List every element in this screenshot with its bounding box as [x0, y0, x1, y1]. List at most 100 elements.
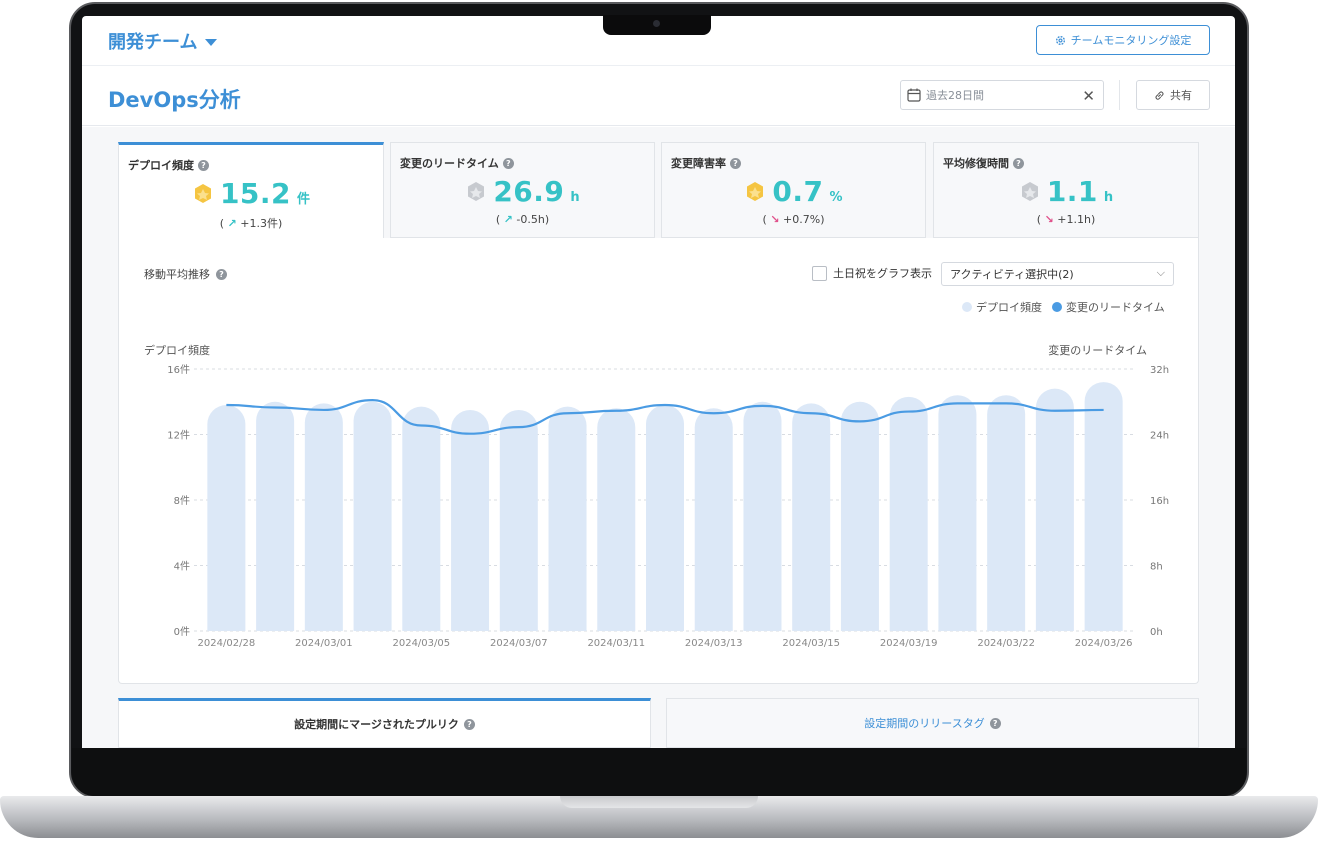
- metric-delta-value: +1.3件: [240, 217, 278, 230]
- metric-label-text: 変更障害率: [671, 157, 726, 170]
- activity-select[interactable]: アクティビティ選択中(2) ⌵: [941, 262, 1174, 286]
- metric-label-text: デプロイ頻度: [128, 159, 194, 172]
- legend-label: デプロイ頻度: [976, 301, 1042, 314]
- bar-deploy-frequency: [451, 409, 490, 631]
- bar-deploy-frequency: [499, 409, 538, 631]
- help-icon[interactable]: ?: [463, 718, 475, 730]
- moving-average-chart: デプロイ頻度 変更のリードタイム 0件 4件 8件 12件 16件 0h 8h 16h 24h 32h…: [144, 343, 1169, 649]
- weekend-label: 土日祝をグラフ表示: [833, 267, 932, 280]
- x-tick-label: 2024/03/05: [392, 638, 450, 649]
- metric-delta: ( ↘ +1.1h): [1036, 213, 1096, 226]
- metric-value: 26.9 h: [391, 175, 654, 208]
- bar-deploy-frequency: [402, 406, 441, 631]
- metric-value: 15.2 件: [119, 177, 383, 210]
- legend-item-deploy[interactable]: デプロイ頻度: [962, 299, 1042, 315]
- y-tick-label: 12件: [167, 430, 190, 442]
- y-tick-label: 0件: [174, 626, 190, 638]
- y-axis-title: デプロイ頻度: [144, 343, 210, 357]
- caret-down-icon: [205, 38, 218, 46]
- bar-deploy-frequency: [304, 403, 343, 631]
- x-tick-label: 2024/03/01: [295, 638, 353, 649]
- metric-delta: ( ↗ -0.5h): [495, 213, 550, 226]
- trend-down-icon: ↘: [770, 213, 780, 226]
- y-tick-label: 8件: [174, 495, 190, 507]
- metric-label-text: 平均修復時間: [943, 157, 1009, 170]
- calendar-icon: [907, 88, 921, 102]
- y2-tick-label: 16h: [1150, 496, 1169, 507]
- metric-value: 0.7 %: [662, 175, 925, 208]
- y2-tick-label: 32h: [1150, 365, 1169, 376]
- metric-delta-value: -0.5h: [516, 213, 545, 226]
- clear-icon[interactable]: ✕: [1082, 87, 1095, 105]
- y-tick-label: 16件: [167, 364, 190, 376]
- x-tick-label: 2024/02/28: [198, 638, 256, 649]
- tab-release-tags[interactable]: 設定期間のリリースタグ?: [666, 698, 1199, 748]
- activity-select-value: アクティビティ選択中(2): [950, 268, 1074, 281]
- team-name: 開発チーム: [108, 32, 198, 53]
- tab-merged-pull-requests[interactable]: 設定期間にマージされたプルリク?: [118, 698, 651, 748]
- metric-label: デプロイ頻度?: [128, 157, 209, 173]
- y2-tick-label: 0h: [1150, 627, 1163, 638]
- help-icon[interactable]: ?: [216, 268, 227, 280]
- weekend-checkbox[interactable]: [812, 265, 827, 281]
- metric-label: 変更のリードタイム?: [400, 155, 514, 171]
- laptop-base-groove: [560, 796, 758, 808]
- help-icon[interactable]: ?: [730, 157, 741, 169]
- date-range-input[interactable]: 過去28日間 ✕: [900, 80, 1104, 110]
- metric-tab-deploy-frequency[interactable]: デプロイ頻度? 15.2 件 ( ↗ +1.3件): [118, 142, 384, 238]
- metric-number: 26.9: [493, 175, 565, 208]
- legend-item-lead-time[interactable]: 変更のリードタイム: [1052, 299, 1165, 315]
- link-icon: [1155, 91, 1164, 100]
- metric-delta-value: +0.7%: [783, 213, 821, 226]
- tab-label: 設定期間にマージされたプルリク: [294, 718, 459, 731]
- team-selector[interactable]: 開発チーム: [108, 28, 218, 54]
- trend-up-icon: ↗: [227, 217, 237, 230]
- legend-swatch: [962, 302, 972, 312]
- bar-deploy-frequency: [1084, 382, 1123, 631]
- metric-label: 変更障害率?: [671, 155, 741, 171]
- metric-tab-change-failure-rate[interactable]: 変更障害率? 0.7 % ( ↘ +0.7%): [661, 142, 926, 238]
- date-range-value: 過去28日間: [926, 89, 984, 102]
- bar-deploy-frequency: [548, 406, 587, 631]
- metric-label: 平均修復時間?: [943, 155, 1024, 171]
- laptop-bottom-bezel: [72, 748, 1246, 796]
- gold-badge-icon: [194, 183, 211, 203]
- metric-value: 1.1 h: [934, 175, 1198, 208]
- metric-unit: h: [1103, 190, 1114, 205]
- silver-badge-icon: [468, 181, 485, 201]
- help-icon[interactable]: ?: [989, 717, 1001, 729]
- metric-number: 0.7: [772, 175, 824, 208]
- help-icon[interactable]: ?: [198, 159, 209, 171]
- metric-tab-lead-time[interactable]: 変更のリードタイム? 26.9 h ( ↗ -0.5h): [390, 142, 655, 238]
- bar-deploy-frequency: [938, 395, 977, 631]
- legend-label: 変更のリードタイム: [1066, 301, 1165, 314]
- metric-delta-value: +1.1h: [1057, 213, 1091, 226]
- y2-tick-label: 24h: [1150, 431, 1169, 442]
- metric-tab-mttr[interactable]: 平均修復時間? 1.1 h ( ↘ +1.1h): [933, 142, 1199, 238]
- metric-number: 15.2: [219, 177, 292, 210]
- app-screen: 開発チーム チームモニタリング設定 DevOps分析 過去28日間 ✕ 共有 デ…: [82, 16, 1235, 748]
- bar-deploy-frequency: [256, 401, 295, 631]
- trend-up-icon: ↗: [503, 213, 513, 226]
- x-tick-label: 2024/03/11: [587, 638, 645, 649]
- y2-axis-title: 変更のリードタイム: [1048, 343, 1147, 357]
- gear-icon: [1055, 35, 1065, 45]
- monitor-settings-button[interactable]: チームモニタリング設定: [1036, 25, 1210, 55]
- bar-deploy-frequency: [597, 408, 636, 631]
- help-icon[interactable]: ?: [502, 157, 514, 169]
- metric-unit: h: [570, 190, 580, 205]
- share-label: 共有: [1170, 89, 1192, 102]
- share-button[interactable]: 共有: [1136, 80, 1210, 110]
- bar-deploy-frequency: [987, 395, 1026, 631]
- laptop-frame: 開発チーム チームモニタリング設定 DevOps分析 過去28日間 ✕ 共有 デ…: [0, 0, 1318, 842]
- bar-deploy-frequency: [353, 401, 392, 631]
- metric-delta: ( ↗ +1.3件): [219, 217, 283, 230]
- trend-down-icon: ↘: [1044, 213, 1054, 226]
- page-title: DevOps分析: [108, 88, 241, 112]
- weekend-toggle[interactable]: 土日祝をグラフ表示: [812, 265, 932, 281]
- monitor-settings-label: チームモニタリング設定: [1070, 34, 1192, 47]
- x-tick-label: 2024/03/07: [490, 638, 548, 649]
- metric-unit: %: [829, 190, 843, 205]
- y2-tick-label: 8h: [1150, 562, 1163, 573]
- help-icon[interactable]: ?: [1013, 157, 1024, 169]
